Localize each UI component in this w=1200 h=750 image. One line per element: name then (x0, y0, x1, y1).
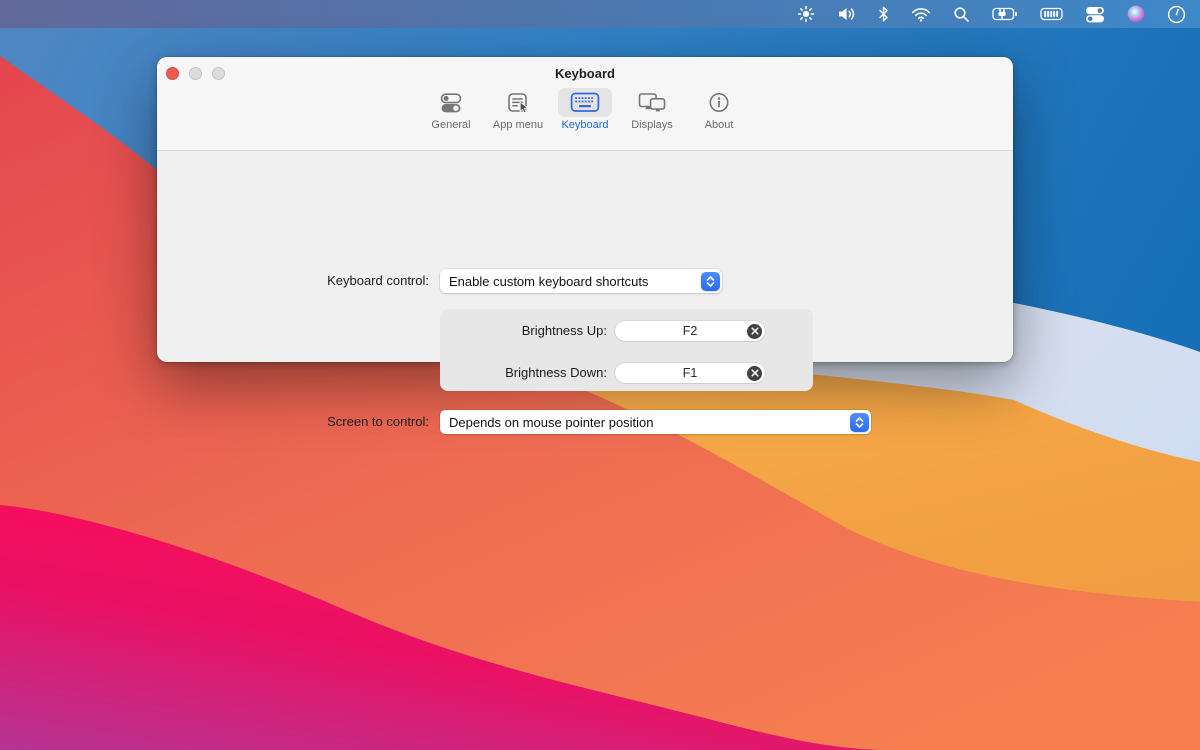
brightness-down-label: Brightness Down: (505, 365, 607, 380)
tab-about[interactable]: About (692, 88, 746, 131)
toolbar-tabs: General App menu Keyboard Displays About (157, 88, 1013, 131)
tab-displays-label: Displays (631, 119, 673, 131)
control-center-icon[interactable] (1085, 0, 1105, 28)
brightness-up-field[interactable]: F2 (615, 321, 765, 341)
keyboard-control-dropdown[interactable]: Enable custom keyboard shortcuts (440, 269, 722, 293)
clear-brightness-up-button[interactable] (747, 323, 762, 339)
volume-icon[interactable] (837, 0, 856, 28)
app-menu-document-icon (491, 88, 545, 117)
dropdown-stepper-icon (700, 271, 720, 291)
window-content: Keyboard control: Enable custom keyboard… (157, 151, 1013, 434)
brightness-up-key: F2 (682, 324, 698, 338)
battery-charging-icon[interactable] (992, 0, 1018, 28)
keyboard-control-label: Keyboard control: (327, 273, 429, 288)
wifi-icon[interactable] (911, 0, 931, 28)
clear-brightness-down-button[interactable] (747, 365, 762, 381)
window-toolbar: Keyboard General App menu Keyboard Displ… (157, 57, 1013, 151)
preferences-window: Keyboard General App menu Keyboard Displ… (157, 57, 1013, 434)
clock-icon[interactable] (1167, 0, 1186, 28)
siri-icon[interactable] (1127, 0, 1145, 28)
keyboard-control-value: Enable custom keyboard shortcuts (449, 273, 649, 289)
tab-keyboard-label: Keyboard (561, 119, 609, 131)
brightness-up-label: Brightness Up: (521, 323, 607, 338)
brightness-icon[interactable] (797, 0, 815, 28)
info-icon (692, 88, 746, 117)
tab-keyboard[interactable]: Keyboard (558, 88, 612, 131)
tab-general-label: General (431, 119, 471, 131)
dropdown-stepper-icon (849, 412, 869, 432)
tab-app-menu[interactable]: App menu (491, 88, 545, 131)
desktop: Keyboard General App menu Keyboard Displ… (0, 0, 1200, 750)
menu-bar (0, 0, 1200, 28)
bluetooth-icon[interactable] (878, 0, 889, 28)
battery-level-icon[interactable] (1040, 0, 1063, 28)
screen-to-control-label: Screen to control: (327, 414, 429, 429)
displays-icon (625, 88, 679, 117)
screen-to-control-dropdown[interactable]: Depends on mouse pointer position (440, 410, 871, 434)
window-title: Keyboard (555, 66, 615, 81)
brightness-down-field[interactable]: F1 (615, 363, 765, 383)
tab-about-label: About (704, 119, 734, 131)
tab-general[interactable]: General (424, 88, 478, 131)
general-toggles-icon (424, 88, 478, 117)
screen-to-control-value: Depends on mouse pointer position (449, 414, 654, 430)
brightness-down-key: F1 (682, 366, 698, 380)
search-icon[interactable] (953, 0, 970, 28)
tab-displays[interactable]: Displays (625, 88, 679, 131)
tab-app-menu-label: App menu (492, 119, 544, 131)
keyboard-icon (558, 88, 612, 117)
